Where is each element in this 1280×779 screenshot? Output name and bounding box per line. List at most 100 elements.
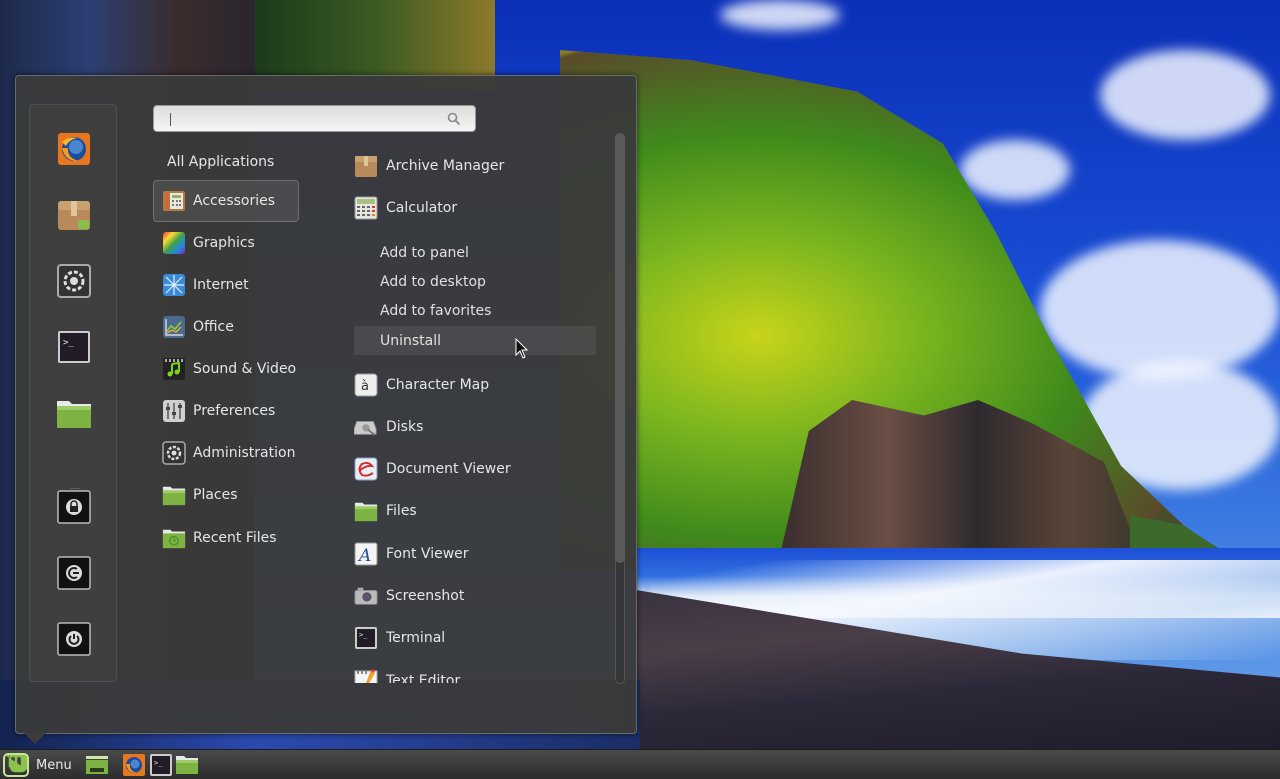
wallpaper-cloud — [720, 0, 840, 30]
firefox-icon — [123, 754, 145, 776]
taskbar-files[interactable] — [175, 754, 199, 776]
system-settings-icon — [57, 264, 91, 298]
context-label: Add to desktop — [380, 273, 486, 290]
disks-icon — [354, 415, 378, 439]
category-label: Office — [193, 319, 234, 335]
app-disks[interactable]: Disks — [354, 406, 596, 448]
camera-icon — [354, 584, 378, 608]
app-label: Calculator — [386, 200, 458, 216]
category-label: Graphics — [193, 235, 255, 251]
svg-text:>_: >_ — [154, 759, 163, 767]
app-screenshot[interactable]: Screenshot — [354, 575, 596, 617]
context-uninstall[interactable]: Uninstall — [354, 326, 596, 355]
favorite-firefox[interactable] — [56, 131, 92, 167]
folder-icon — [176, 756, 198, 774]
app-label: Files — [386, 503, 417, 519]
show-desktop-button[interactable] — [85, 754, 109, 776]
app-terminal[interactable]: >_ Terminal — [354, 617, 596, 659]
app-label: Document Viewer — [386, 461, 511, 477]
internet-icon — [162, 273, 186, 297]
archive-manager-icon — [354, 154, 378, 178]
folder-icon — [354, 499, 378, 523]
calculator-icon — [354, 196, 378, 220]
category-label: Internet — [193, 277, 249, 293]
svg-text:>_: >_ — [63, 338, 74, 348]
app-calculator[interactable]: Calculator — [354, 187, 596, 229]
app-character-map[interactable]: à Character Map — [354, 364, 596, 406]
category-places[interactable]: Places — [153, 474, 299, 516]
linux-mint-logo-icon — [3, 753, 29, 777]
search-input[interactable] — [164, 109, 434, 129]
menu-button[interactable]: Menu — [3, 753, 72, 777]
office-icon — [162, 315, 186, 339]
mouse-cursor-icon — [515, 338, 529, 359]
taskbar-firefox[interactable] — [122, 754, 146, 776]
context-label: Add to favorites — [380, 302, 492, 319]
search-icon — [447, 112, 461, 126]
context-label: Uninstall — [380, 332, 442, 349]
folder-icon — [57, 401, 91, 428]
taskbar-terminal[interactable]: >_ — [149, 754, 173, 776]
app-document-viewer[interactable]: Document Viewer — [354, 448, 596, 490]
shutdown-button[interactable] — [56, 621, 92, 657]
app-label: Archive Manager — [386, 158, 505, 174]
app-label: Font Viewer — [386, 546, 469, 562]
context-add-to-panel[interactable]: Add to panel — [354, 238, 596, 267]
app-label: Text Editor — [386, 673, 461, 683]
favorite-system-settings[interactable] — [56, 263, 92, 299]
category-accessories[interactable]: Accessories — [153, 180, 299, 222]
category-label: Administration — [193, 445, 296, 461]
wallpaper-cloud — [1040, 240, 1280, 380]
app-files[interactable]: Files — [354, 490, 596, 532]
applications-scrollbar[interactable] — [615, 133, 625, 684]
application-menu: >_ All Applications Accessories Graphics… — [15, 75, 637, 734]
menu-pointer-arrow — [24, 733, 46, 744]
category-all-applications[interactable]: All Applications — [153, 141, 299, 183]
favorites-sidebar: >_ — [29, 104, 117, 682]
category-office[interactable]: Office — [153, 306, 299, 348]
wallpaper-cloud — [960, 140, 1070, 200]
app-label: Screenshot — [386, 588, 465, 604]
lock-screen-button[interactable] — [56, 489, 92, 525]
category-label: Accessories — [193, 193, 276, 209]
category-internet[interactable]: Internet — [153, 264, 299, 306]
menu-button-label: Menu — [36, 757, 72, 773]
lock-icon — [57, 490, 91, 524]
terminal-icon: >_ — [150, 754, 172, 776]
category-administration[interactable]: Administration — [153, 432, 299, 474]
svg-text:A: A — [357, 546, 371, 566]
text-editor-icon — [354, 669, 378, 683]
category-label: All Applications — [167, 154, 275, 170]
wallpaper-cloud — [1100, 50, 1270, 140]
category-label: Sound & Video — [193, 361, 297, 377]
context-add-to-desktop[interactable]: Add to desktop — [354, 267, 596, 296]
logout-button[interactable] — [56, 555, 92, 591]
category-preferences[interactable]: Preferences — [153, 390, 299, 432]
show-desktop-icon — [86, 756, 108, 774]
terminal-icon: >_ — [58, 331, 90, 363]
app-label: Terminal — [386, 630, 446, 646]
text-caret — [170, 113, 171, 126]
category-recent-files[interactable]: Recent Files — [153, 517, 299, 559]
svg-text:>_: >_ — [359, 631, 368, 639]
app-font-viewer[interactable]: A Font Viewer — [354, 533, 596, 575]
favorite-files[interactable] — [56, 395, 92, 431]
svg-text:à: à — [361, 379, 369, 394]
app-archive-manager[interactable]: Archive Manager — [354, 145, 596, 187]
category-label: Places — [193, 487, 238, 503]
category-graphics[interactable]: Graphics — [153, 222, 299, 264]
favorite-archive-manager[interactable] — [56, 197, 92, 233]
logout-icon — [57, 556, 91, 590]
category-sound-video[interactable]: Sound & Video — [153, 348, 299, 390]
favorite-terminal[interactable]: >_ — [56, 329, 92, 365]
app-text-editor[interactable]: Text Editor — [354, 669, 596, 683]
document-viewer-icon — [354, 457, 378, 481]
firefox-icon — [58, 133, 90, 165]
character-map-icon: à — [354, 373, 378, 397]
recent-files-icon — [162, 526, 186, 550]
context-label: Add to panel — [380, 244, 469, 261]
terminal-icon: >_ — [354, 626, 378, 650]
search-box[interactable] — [153, 105, 476, 132]
context-add-to-favorites[interactable]: Add to favorites — [354, 296, 596, 325]
scrollbar-thumb[interactable] — [615, 133, 625, 563]
